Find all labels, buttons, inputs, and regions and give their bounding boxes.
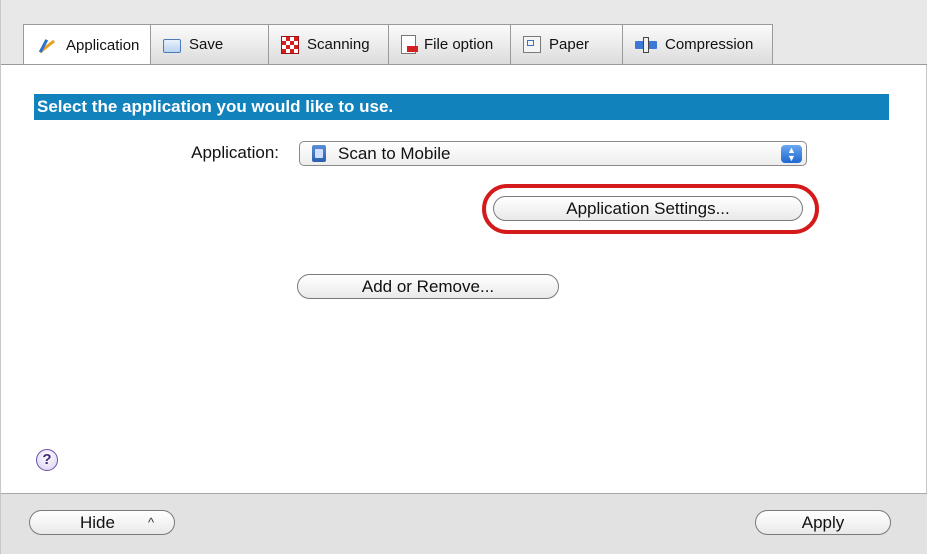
tab-scanning[interactable]: Scanning xyxy=(269,24,389,64)
tab-label: Save xyxy=(189,36,224,53)
instruction-banner: Select the application you would like to… xyxy=(34,94,889,120)
help-icon[interactable]: ? xyxy=(36,449,58,471)
select-stepper-icon[interactable]: ▲ ▼ xyxy=(781,145,802,163)
tab-bar: Application Save Scanning File option Pa… xyxy=(23,24,773,65)
apply-button[interactable]: Apply xyxy=(755,510,891,535)
paper-icon xyxy=(523,36,541,53)
tab-compression[interactable]: Compression xyxy=(623,24,773,64)
tab-file-option[interactable]: File option xyxy=(389,24,511,64)
tab-label: File option xyxy=(424,36,494,53)
hide-button-label: Hide xyxy=(80,513,115,532)
scan-settings-window: Application Save Scanning File option Pa… xyxy=(0,0,927,554)
file-option-icon xyxy=(401,35,418,54)
tab-label: Application xyxy=(66,36,140,54)
tab-label: Compression xyxy=(665,36,754,53)
application-select[interactable]: Scan to Mobile ▲ ▼ xyxy=(299,141,807,166)
tab-label: Paper xyxy=(549,36,590,53)
tab-label: Scanning xyxy=(307,36,370,53)
tab-paper[interactable]: Paper xyxy=(511,24,623,64)
tab-application[interactable]: Application xyxy=(23,24,151,65)
hide-button[interactable]: Hide ^ xyxy=(29,510,175,535)
tab-content-divider xyxy=(1,64,927,65)
application-icon xyxy=(36,35,58,55)
scan-to-mobile-icon xyxy=(312,145,326,162)
chevron-up-icon: ^ xyxy=(148,515,155,530)
add-or-remove-button[interactable]: Add or Remove... xyxy=(297,274,559,299)
application-label: Application: xyxy=(191,143,279,162)
tab-strip: Application Save Scanning File option Pa… xyxy=(1,0,927,65)
application-settings-button[interactable]: Application Settings... xyxy=(493,196,803,221)
tab-save[interactable]: Save xyxy=(151,24,269,64)
compression-icon xyxy=(635,36,657,53)
scanning-icon xyxy=(281,35,299,54)
folder-icon xyxy=(163,38,181,53)
application-select-value: Scan to Mobile xyxy=(338,143,451,163)
